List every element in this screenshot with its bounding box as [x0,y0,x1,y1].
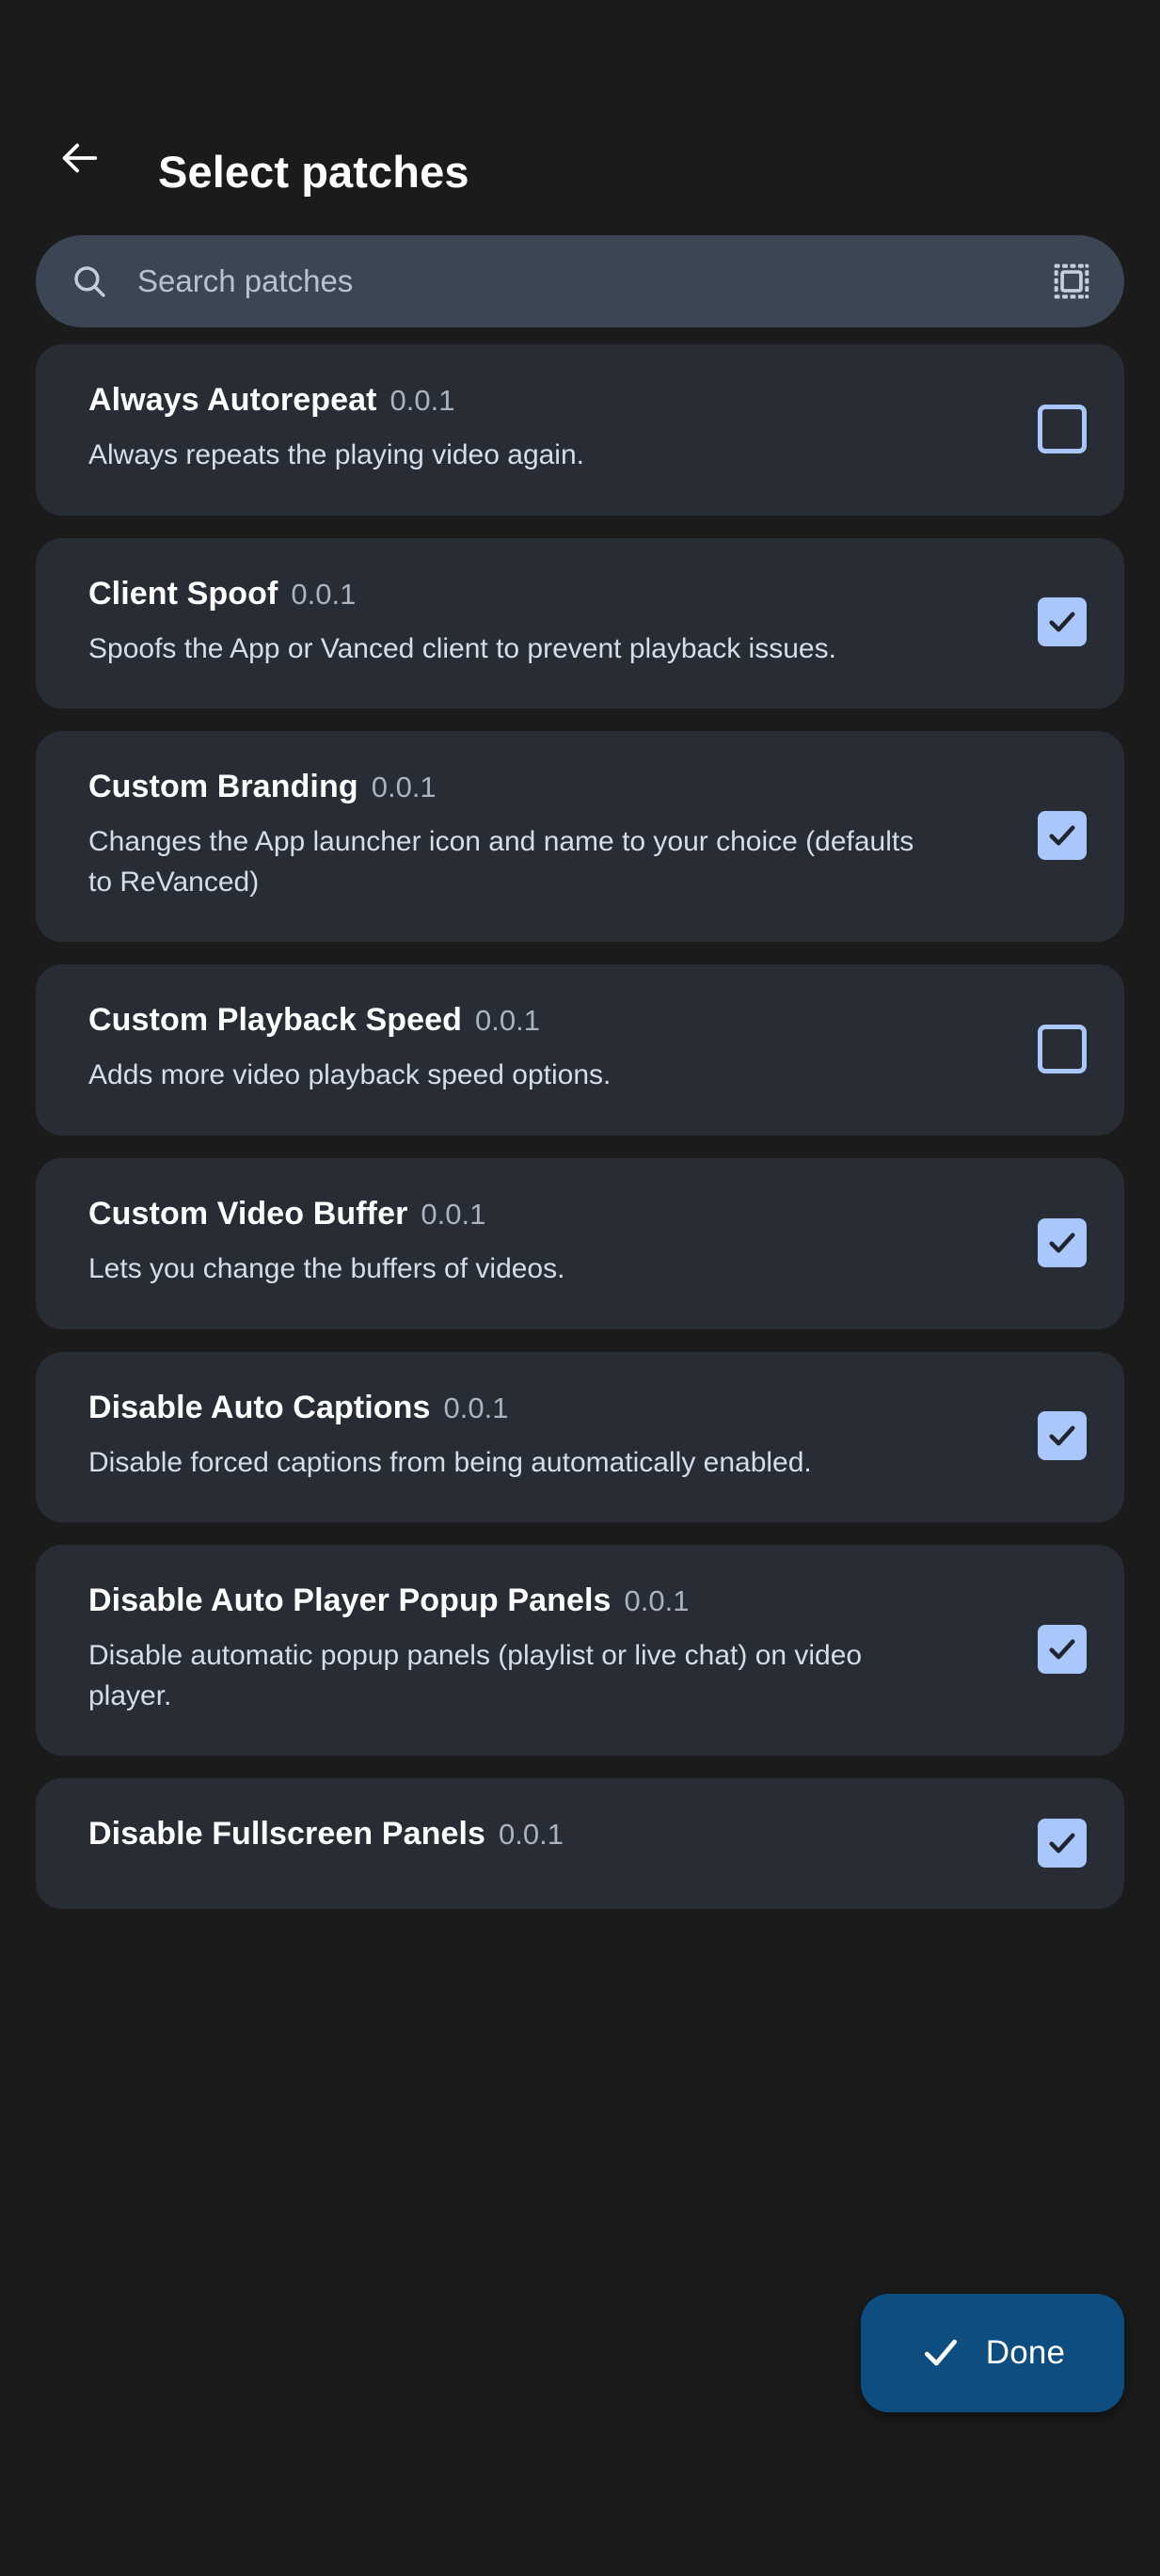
patch-card[interactable]: Disable Fullscreen Panels 0.0.1 [36,1778,1124,1910]
patch-checkbox[interactable] [1038,1818,1087,1868]
patch-version: 0.0.1 [475,1004,540,1038]
patch-text: Custom Playback Speed 0.0.1 Adds more vi… [88,1002,1015,1096]
patch-headline: Client Spoof 0.0.1 [88,576,1015,612]
patch-card[interactable]: Custom Video Buffer 0.0.1 Lets you chang… [36,1157,1124,1329]
patch-text: Client Spoof 0.0.1 Spoofs the App or Van… [88,576,1015,670]
patch-version: 0.0.1 [499,1818,564,1852]
back-button[interactable] [40,119,119,198]
search-bar[interactable]: Search patches [36,235,1124,327]
patch-headline: Disable Auto Captions 0.0.1 [88,1390,1015,1426]
patch-list: Always Autorepeat 0.0.1 Always repeats t… [0,327,1160,1910]
patch-text: Disable Auto Player Popup Panels 0.0.1 D… [88,1582,1015,1716]
search-input[interactable]: Search patches [137,263,1051,299]
patch-name: Disable Auto Captions [88,1389,431,1425]
app-bar: Select patches [0,0,1160,235]
select-all-icon[interactable] [1051,261,1092,302]
patch-headline: Disable Auto Player Popup Panels 0.0.1 [88,1582,1015,1619]
patch-headline: Custom Playback Speed 0.0.1 [88,1002,1015,1039]
patch-card[interactable]: Disable Auto Captions 0.0.1 Disable forc… [36,1351,1124,1523]
patch-text: Always Autorepeat 0.0.1 Always repeats t… [88,382,1015,476]
patch-name: Disable Auto Player Popup Panels [88,1582,612,1619]
check-icon [920,2332,961,2374]
patch-version: 0.0.1 [421,1197,486,1231]
patch-checkbox[interactable] [1038,404,1087,453]
patch-headline: Disable Fullscreen Panels 0.0.1 [88,1816,1015,1852]
patch-description: Lets you change the buffers of videos. [88,1252,565,1284]
patch-version: 0.0.1 [371,771,437,804]
patch-version: 0.0.1 [389,384,455,417]
patch-checkbox[interactable] [1038,1217,1087,1267]
patch-description: Always repeats the playing video again. [88,439,584,470]
search-icon [70,262,109,301]
patch-description: Disable automatic popup panels (playlist… [88,1640,863,1711]
patch-description: Spoofs the App or Vanced client to preve… [88,632,836,664]
patch-text: Custom Branding 0.0.1 Changes the App la… [88,769,1015,902]
patch-text: Disable Fullscreen Panels 0.0.1 [88,1816,1015,1869]
patch-version: 0.0.1 [624,1584,690,1618]
patch-name: Custom Branding [88,769,358,805]
patch-card[interactable]: Always Autorepeat 0.0.1 Always repeats t… [36,344,1124,516]
patch-description: Changes the App launcher icon and name t… [88,826,914,898]
page-title: Select patches [158,147,469,197]
patch-checkbox[interactable] [1038,1411,1087,1461]
patch-name: Always Autorepeat [88,382,377,418]
done-button[interactable]: Done [861,2294,1124,2412]
patch-card[interactable]: Custom Playback Speed 0.0.1 Adds more vi… [36,964,1124,1136]
patch-checkbox[interactable] [1038,597,1087,647]
patch-checkbox[interactable] [1038,1025,1087,1074]
search-bar-container: Search patches [0,235,1160,327]
patch-checkbox[interactable] [1038,1625,1087,1675]
patch-version: 0.0.1 [443,1391,509,1424]
patch-name: Custom Video Buffer [88,1195,408,1232]
patch-headline: Custom Video Buffer 0.0.1 [88,1196,1015,1232]
patch-description: Disable forced captions from being autom… [88,1446,812,1478]
patch-card[interactable]: Custom Branding 0.0.1 Changes the App la… [36,731,1124,943]
arrow-left-icon [57,136,101,180]
done-button-label: Done [985,2334,1066,2371]
patch-version: 0.0.1 [291,577,357,611]
patch-name: Disable Fullscreen Panels [88,1816,486,1852]
patch-text: Custom Video Buffer 0.0.1 Lets you chang… [88,1196,1015,1290]
patch-name: Custom Playback Speed [88,1002,463,1039]
patch-text: Disable Auto Captions 0.0.1 Disable forc… [88,1390,1015,1484]
patch-card[interactable]: Client Spoof 0.0.1 Spoofs the App or Van… [36,537,1124,709]
patch-headline: Custom Branding 0.0.1 [88,769,1015,805]
patch-checkbox[interactable] [1038,811,1087,861]
patch-name: Client Spoof [88,575,278,612]
patch-card[interactable]: Disable Auto Player Popup Panels 0.0.1 D… [36,1545,1124,1757]
patch-description: Adds more video playback speed options. [88,1059,612,1091]
patch-headline: Always Autorepeat 0.0.1 [88,382,1015,419]
